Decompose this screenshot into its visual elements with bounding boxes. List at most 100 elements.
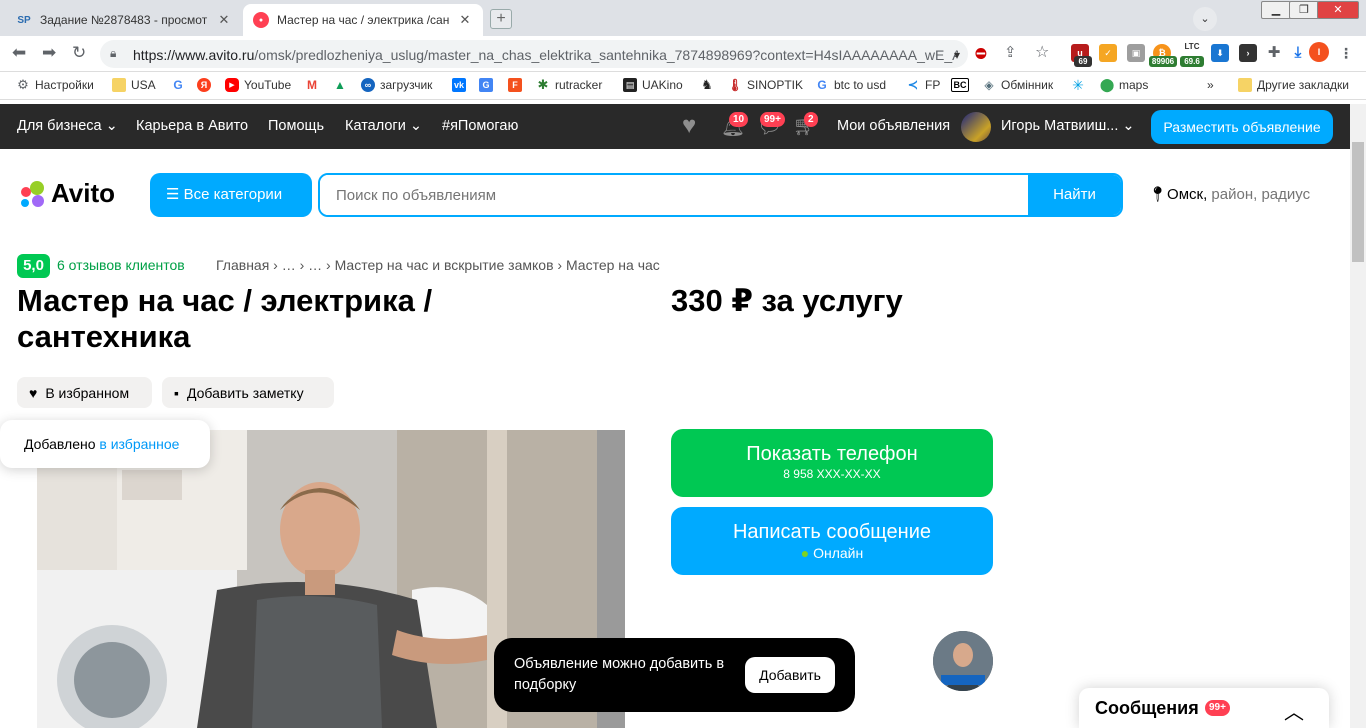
messenger-title: Сообщения [1095,698,1199,718]
avito-top-navigation: Для бизнеса ⌄ Карьера в Авито Помощь Кат… [0,104,1350,149]
thermometer-icon: 🌡︎ [727,78,743,92]
puzzle-extensions-icon[interactable]: ✚ [1265,44,1283,62]
address-bar[interactable]: 🔒︎ https://www.avito.ru/omsk/predlozheni… [100,40,968,68]
profile-avatar[interactable]: I [1309,42,1329,62]
bookmark-bc[interactable]: BC [951,78,969,92]
bookmark-settings[interactable]: ⚙ Настройки [16,77,94,92]
nav-for-business[interactable]: Для бизнеса ⌄ [17,118,118,134]
avito-logo[interactable]: Avito [17,178,115,209]
lock-icon: 🔒︎ [110,46,117,60]
seller-avatar[interactable] [933,631,993,691]
bookmark-yandex[interactable]: Я [197,78,211,92]
downloads-icon[interactable]: ⤓ [1289,44,1307,62]
new-tab-button[interactable]: + [490,9,512,29]
nav-career[interactable]: Карьера в Авито [136,118,248,134]
bookmark-exchanger[interactable]: ◈ Обмінник [982,78,1053,92]
bookmark-youtube[interactable]: ▶ YouTube [225,78,291,92]
my-ads-link[interactable]: Мои объявления [837,118,950,134]
tab-task-view[interactable]: SP Задание №2878483 - просмотр за ✕ [6,4,242,36]
bookmark-vk[interactable]: vk [452,78,466,92]
terminal-extension-icon[interactable]: › [1239,44,1257,62]
bookmark-drive[interactable]: ▲ [333,78,347,92]
add-note-button[interactable]: ▪ Добавить заметку [162,377,334,408]
reload-icon[interactable]: ↻ [72,44,86,62]
favorites-link[interactable]: в избранное [99,436,179,452]
f-icon: F [508,78,522,92]
favorite-button[interactable]: ♥ В избранном [17,377,152,408]
categories-label: Все категории [183,186,283,203]
show-phone-label: Показать телефон [746,443,918,465]
bookmark-chess[interactable]: ♞ [700,77,714,92]
write-message-button[interactable]: Написать сообщение ● Онлайн [671,507,993,575]
vk-icon: vk [452,78,466,92]
bookmark-loader[interactable]: ∞ загрузчик [361,78,432,92]
favorite-label: В избранном [45,384,130,401]
scrollbar-thumb[interactable] [1352,142,1364,262]
close-tab-icon[interactable]: ✕ [457,12,473,28]
tab-avito-listing[interactable]: ● Мастер на час / электрика /санте ✕ [243,4,483,36]
tab-search-chevron-icon[interactable]: ⌄ [1193,7,1217,31]
added-to-favorites-toast: Добавлено в избранное [0,420,210,468]
google-icon: G [817,78,827,92]
rating-badge[interactable]: 5,0 [17,254,50,278]
reviews-link[interactable]: 6 отзывов клиентов [57,257,185,273]
messenger-widget[interactable]: Сообщения 99+ ︿ [1079,688,1329,728]
bookmark-uakino[interactable]: ▤ UAKino [623,78,683,92]
bookmark-label: Другие закладки [1257,78,1349,92]
search-input[interactable] [320,175,1028,215]
location-selector[interactable]: 📍︎Омск, район, радиус [1148,185,1310,203]
bookmark-translate[interactable]: G [479,78,493,92]
user-avatar[interactable] [961,112,991,142]
bookmark-label: YouTube [244,78,292,92]
bookmark-kyivstar[interactable]: ✳ [1071,77,1085,93]
briefcase-extension-icon[interactable]: ▣ [1127,44,1145,62]
omnibox-dropdown-icon[interactable]: ▾ [954,46,960,64]
ublock-count-badge: 69 [1074,56,1092,67]
extension-shield-icon[interactable]: ✓ [1099,44,1117,62]
other-bookmarks-folder[interactable]: Другие закладки [1238,78,1349,92]
forward-arrow-icon[interactable]: ➡ [42,44,56,62]
bookmark-label: maps [1119,78,1149,92]
bookmark-folder-usa[interactable]: USA [112,78,156,92]
tab-title: Мастер на час / электрика /санте [277,13,449,27]
bookmark-gmail[interactable]: M [305,78,319,92]
bookmark-google[interactable]: G [171,78,185,92]
bookmarks-bar: ⚙ Настройки USA G Я ▶ YouTube M ▲ ∞ загрузч… [0,72,1366,100]
bookmark-fp[interactable]: ≺ FP [906,77,941,92]
nav-i-help[interactable]: #яПомогаю [442,118,518,134]
bookmark-star-icon[interactable]: ☆ [1035,44,1049,62]
no-tracking-icon[interactable]: ⛔︎ [975,44,987,62]
bookmark-f[interactable]: F [508,78,522,92]
url-text[interactable]: https://www.avito.ru/omsk/predlozheniya_… [133,47,958,63]
window-close-button[interactable]: ✕ [1317,1,1359,19]
bookmarks-overflow-button[interactable]: » [1207,78,1214,92]
listing-title: Мастер на час / электрика / сантехника [17,283,433,354]
bookmark-sinoptik[interactable]: 🌡︎ SINOPTIK [727,78,803,92]
listing-price: 330 ₽ за услугу [671,283,903,318]
gmail-icon: M [307,78,317,92]
all-categories-button[interactable]: ☰ Все категории [150,173,312,217]
breadcrumb[interactable]: Главная › … › … › Мастер на час и вскрыт… [216,257,660,273]
show-phone-button[interactable]: Показать телефон 8 958 XXX-XX-XX [671,429,993,497]
share-icon[interactable]: ⇪ [1004,44,1017,62]
nav-catalogs[interactable]: Каталоги ⌄ [345,118,422,134]
close-tab-icon[interactable]: ✕ [216,12,232,28]
chrome-menu-icon[interactable]: ⋮ [1337,44,1355,62]
user-menu[interactable]: Игорь Матвииш... ⌄ [1001,118,1135,134]
post-ad-button[interactable]: Разместить объявление [1151,110,1333,144]
sp-favicon-icon: SP [17,14,31,26]
minimize-button[interactable]: ▁ [1261,1,1291,19]
favorites-heart-icon[interactable]: ♥ [682,112,696,140]
find-button[interactable]: Найти [1028,175,1121,215]
bookmark-btc-to-usd[interactable]: Gbtc to usd [815,78,886,92]
nav-help[interactable]: Помощь [268,118,324,134]
maximize-button[interactable]: ❐ [1289,1,1319,19]
bookmark-maps[interactable]: ⬤ maps [1100,77,1149,92]
fp-icon: ≺ [907,77,919,92]
bookmark-label: rutracker [555,78,603,92]
back-arrow-icon[interactable]: ⬅ [12,44,26,62]
download-extension-icon[interactable]: ⬇ [1211,44,1229,62]
bookmark-rutracker[interactable]: ✱ rutracker [536,77,603,92]
add-to-collection-button[interactable]: Добавить [745,657,835,693]
chevron-up-icon[interactable]: ︿ [1284,696,1304,725]
